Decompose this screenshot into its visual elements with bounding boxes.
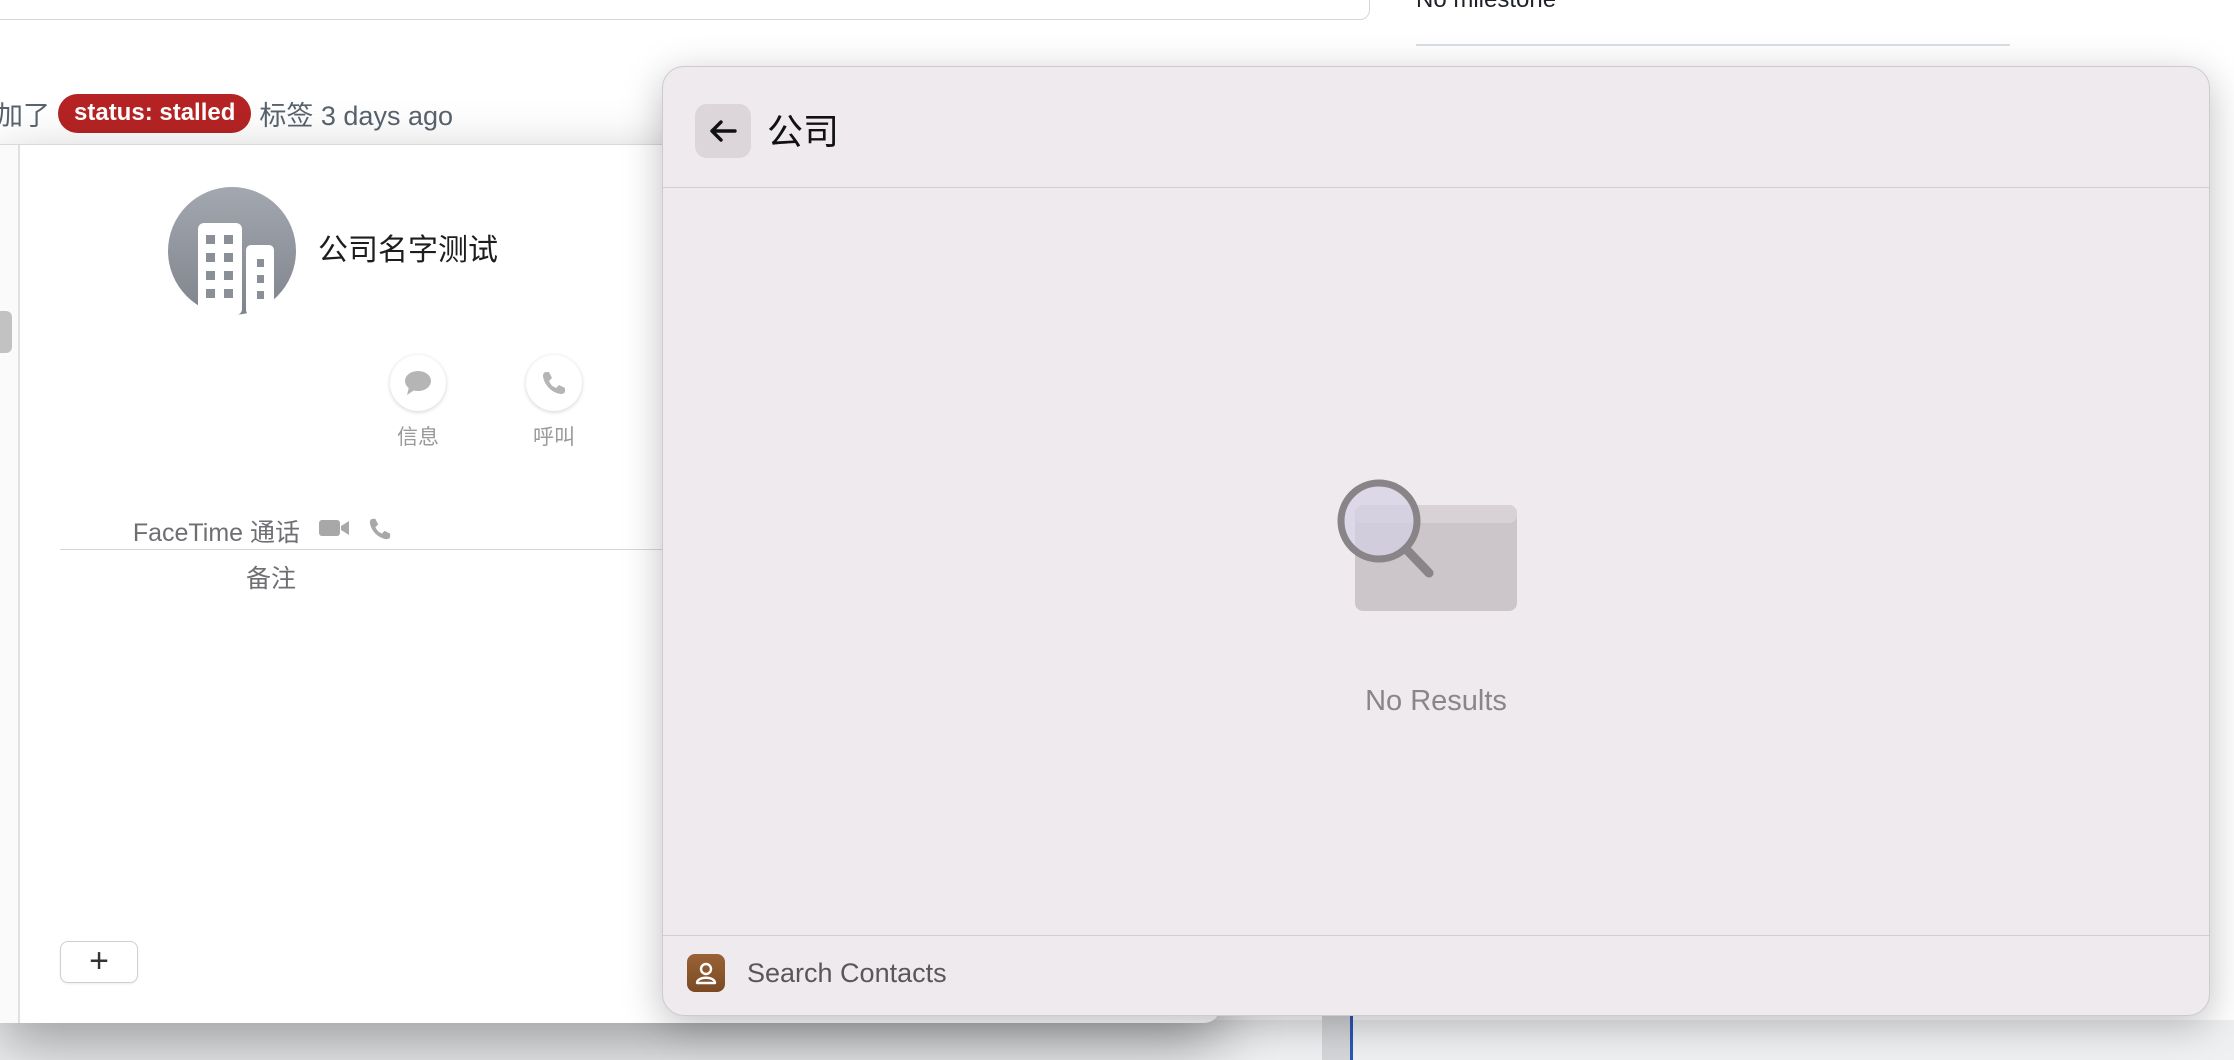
contact-name: 公司名字测试: [318, 234, 498, 267]
timeline-suffix: 标签 3 days ago: [259, 101, 453, 131]
call-button[interactable]: [526, 355, 582, 411]
sidebar-edge: [0, 145, 20, 1023]
timeline-event: 加了 status: stalled 标签 3 days ago: [0, 94, 453, 133]
search-panel: 公司 No Results Search Contacts: [662, 66, 2210, 1016]
background-scroll-column: [1322, 1010, 1352, 1060]
message-label: 信息: [397, 426, 439, 449]
video-camera-icon[interactable]: [318, 517, 350, 539]
message-bubble-icon: [405, 371, 431, 395]
call-label: 呼叫: [533, 426, 575, 449]
message-action[interactable]: 信息: [358, 355, 478, 451]
person-icon: [695, 962, 717, 985]
arrow-left-icon: [710, 120, 737, 142]
call-action[interactable]: 呼叫: [494, 355, 614, 451]
building-icon: [198, 223, 274, 315]
no-results-text: No Results: [1365, 685, 1507, 717]
phone-icon[interactable]: [368, 517, 392, 541]
facetime-label: FaceTime 通话: [132, 519, 300, 547]
notes-label: 备注: [246, 565, 297, 593]
panel-footer[interactable]: Search Contacts: [663, 935, 2209, 1015]
panel-header: 公司: [663, 67, 2209, 188]
back-button[interactable]: [695, 104, 751, 158]
message-button[interactable]: [390, 355, 446, 411]
avatar[interactable]: [168, 187, 296, 315]
label-badge[interactable]: status: stalled: [58, 94, 252, 133]
contacts-app-icon: [687, 954, 725, 992]
comment-box[interactable]: [0, 0, 1370, 20]
sidebar-divider: [1416, 44, 2010, 46]
background-accent-line: [1350, 1010, 1353, 1060]
facetime-row: FaceTime 通话: [60, 509, 680, 550]
timeline-prefix: 加了: [0, 101, 50, 131]
magnifier-over-window-icon: [1337, 479, 1517, 611]
scrollbar-thumb[interactable]: [0, 311, 12, 353]
phone-icon: [543, 372, 565, 394]
background-bottom-area: [0, 1020, 2234, 1060]
add-field-button[interactable]: +: [60, 941, 138, 983]
panel-title: 公司: [767, 111, 840, 152]
search-contacts-label[interactable]: Search Contacts: [747, 958, 947, 989]
milestone-text: No milestone: [1416, 0, 1556, 14]
